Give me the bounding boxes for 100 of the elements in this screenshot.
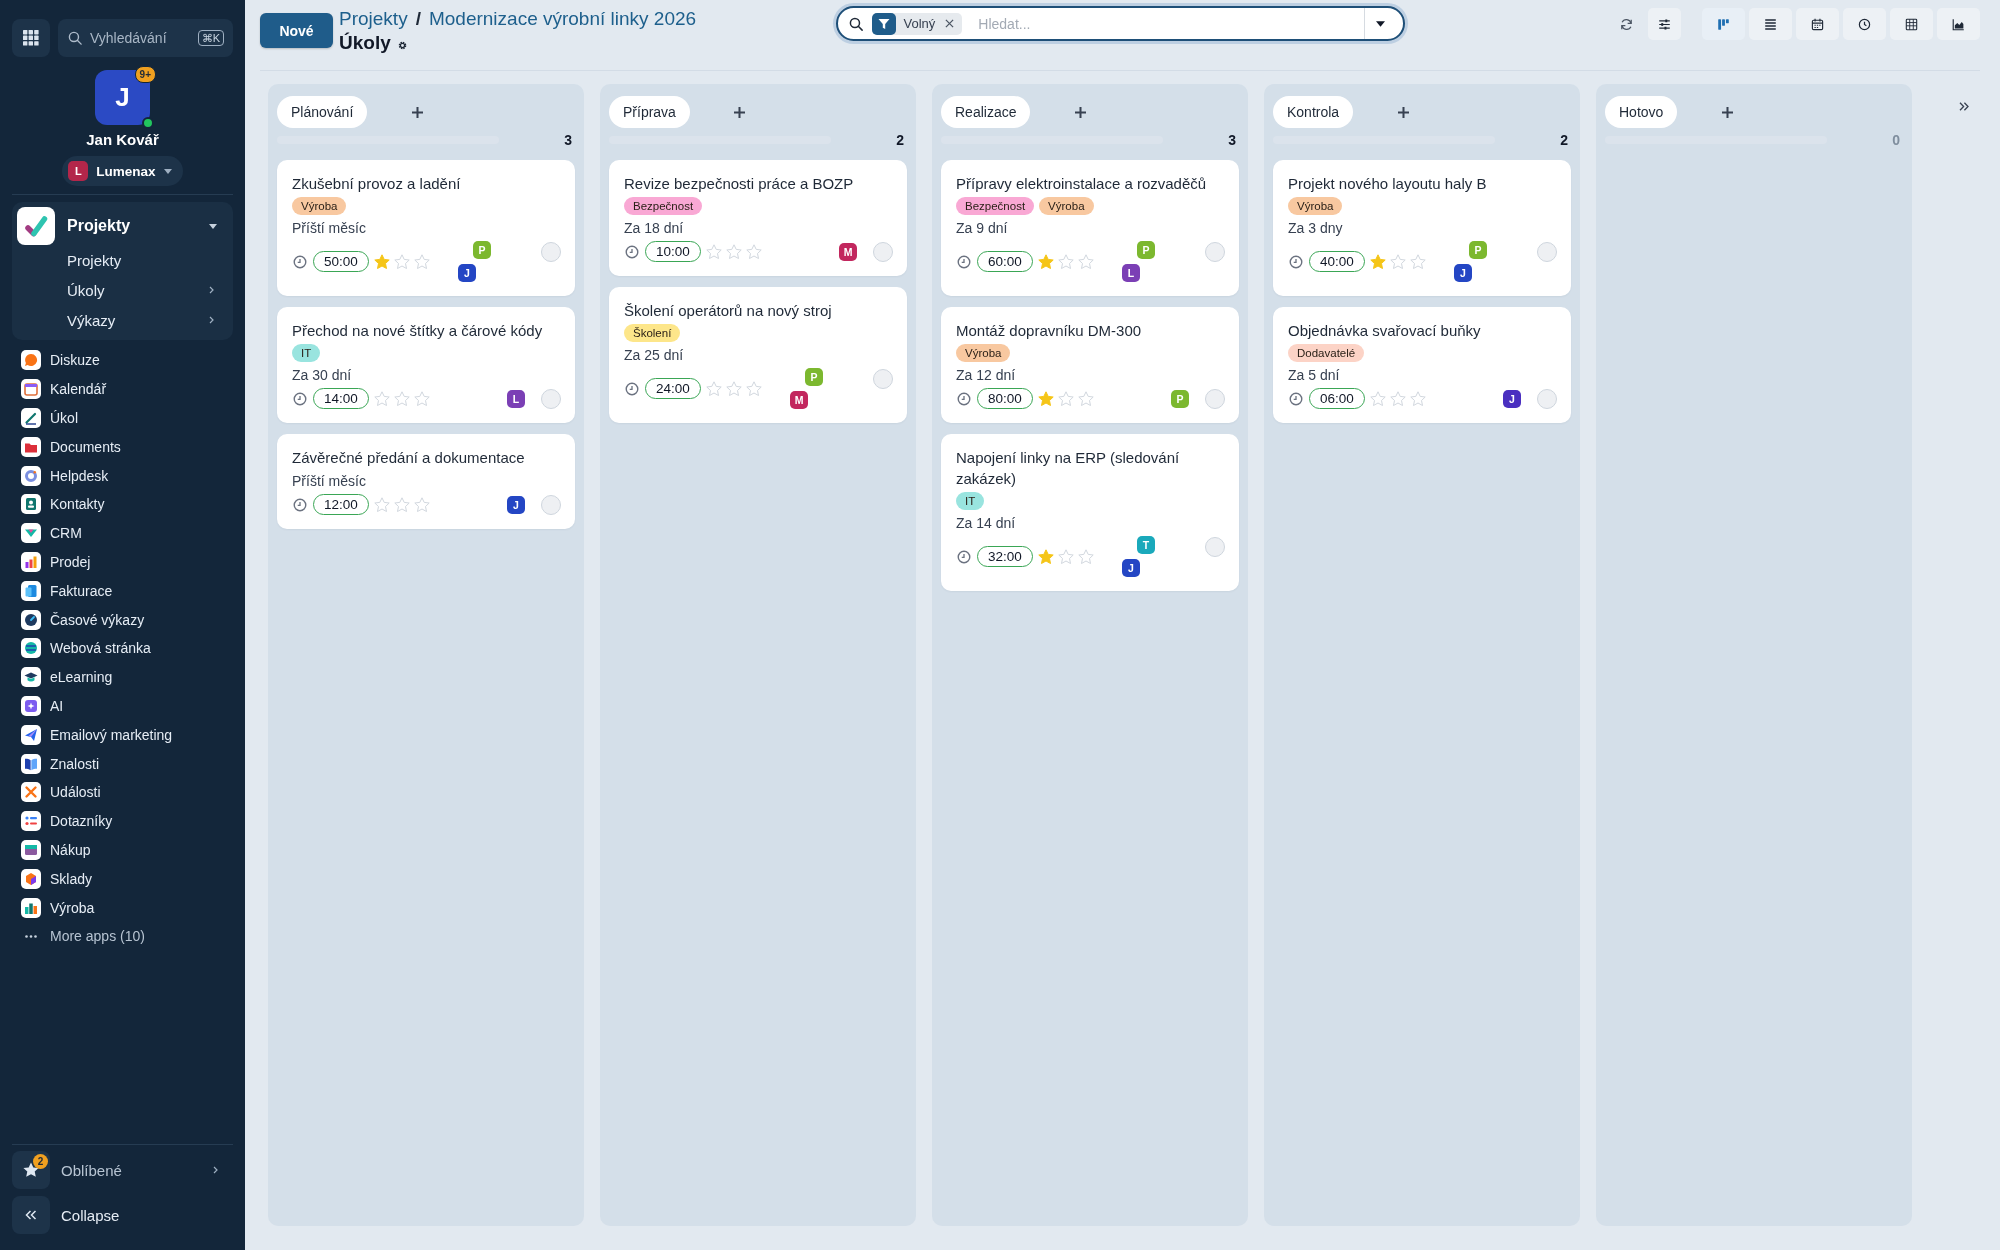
complete-checkbox[interactable] <box>541 389 561 409</box>
list-view-button[interactable] <box>1749 8 1792 40</box>
star-icon[interactable] <box>1409 254 1426 269</box>
favorites-item[interactable]: 2 Oblíbené <box>12 1151 233 1189</box>
star-icon[interactable] <box>1077 391 1094 406</box>
complete-checkbox[interactable] <box>1537 242 1557 262</box>
star-icon[interactable] <box>1057 549 1074 564</box>
star-rating[interactable] <box>1369 391 1426 406</box>
star-icon[interactable] <box>745 381 762 396</box>
task-card[interactable]: Montáž dopravníku DM-300 Výroba Za 12 dní 80:00 P <box>941 307 1239 423</box>
sidebar-item[interactable]: Kontakty <box>12 490 233 519</box>
task-card[interactable]: Projekt nového layoutu haly B Výroba Za 3 dny 40:00 P J <box>1273 160 1571 296</box>
star-icon[interactable] <box>1369 391 1386 406</box>
star-icon[interactable] <box>1409 391 1426 406</box>
submenu-item[interactable]: Výkazy <box>17 305 228 335</box>
breadcrumb-link[interactable]: Projekty <box>339 7 408 31</box>
sidebar-item[interactable]: Emailový marketing <box>12 720 233 750</box>
sidebar-item[interactable]: Fakturace <box>12 576 233 606</box>
add-card-button[interactable] <box>1720 105 1735 119</box>
sidebar-item[interactable]: Znalosti <box>12 749 233 778</box>
sidebar-item[interactable]: Úkol <box>12 403 233 433</box>
complete-checkbox[interactable] <box>1205 242 1225 262</box>
sidebar-item[interactable]: Webová stránka <box>12 633 233 663</box>
sidebar-item[interactable]: Sklady <box>12 864 233 894</box>
task-card[interactable]: Objednávka svařovací buňky Dodavatelé Za 5 dní 06:00 J <box>1273 307 1571 423</box>
search-input[interactable]: Hledat... <box>976 14 1364 33</box>
complete-checkbox[interactable] <box>541 495 561 515</box>
star-icon[interactable] <box>1057 391 1074 406</box>
task-card[interactable]: Závěrečné předání a dokumentace Příští měsíc 12:00 J <box>277 434 575 529</box>
star-rating[interactable] <box>1037 391 1094 406</box>
graph-view-button[interactable] <box>1937 8 1980 40</box>
star-icon[interactable] <box>725 381 742 396</box>
star-rating[interactable] <box>1037 549 1094 564</box>
star-icon[interactable] <box>1037 254 1054 269</box>
double-chevron-right-icon[interactable] <box>1959 102 1969 111</box>
submenu-item[interactable]: Úkoly <box>17 275 228 305</box>
assignee-avatar[interactable]: J <box>1122 559 1140 577</box>
add-card-button[interactable] <box>732 105 747 119</box>
activity-view-button[interactable] <box>1843 8 1886 40</box>
collapse-button[interactable]: Collapse <box>12 1196 233 1234</box>
star-icon[interactable] <box>373 254 390 269</box>
sidebar-item[interactable]: Kalendář <box>12 374 233 404</box>
star-icon[interactable] <box>725 244 742 259</box>
star-rating[interactable] <box>373 391 430 406</box>
star-icon[interactable] <box>413 391 430 406</box>
star-icon[interactable] <box>393 254 410 269</box>
assignee-avatar[interactable]: J <box>1454 264 1472 282</box>
column-title[interactable]: Příprava <box>609 96 690 128</box>
star-rating[interactable] <box>705 244 762 259</box>
remove-filter-button[interactable] <box>945 19 955 28</box>
sidebar-item[interactable]: eLearning <box>12 662 233 692</box>
star-icon[interactable] <box>393 391 410 406</box>
assignee-avatar[interactable]: J <box>507 495 525 514</box>
star-icon[interactable] <box>705 381 722 396</box>
sidebar-item[interactable]: Diskuze <box>12 346 233 375</box>
complete-checkbox[interactable] <box>1205 389 1225 409</box>
task-card[interactable]: Přechod na nové štítky a čárové kódy IT Za 30 dní 14:00 L <box>277 307 575 423</box>
complete-checkbox[interactable] <box>1537 389 1557 409</box>
sidebar-item[interactable]: Prodej <box>12 547 233 577</box>
new-button[interactable]: Nové <box>260 13 333 48</box>
star-rating[interactable] <box>705 381 762 396</box>
settings-icon[interactable] <box>396 39 408 51</box>
column-title[interactable]: Plánování <box>277 96 368 128</box>
star-icon[interactable] <box>1077 549 1094 564</box>
sidebar-item[interactable]: AI <box>12 691 233 721</box>
star-icon[interactable] <box>1369 254 1386 269</box>
sidebar-item[interactable]: Události <box>12 777 233 807</box>
star-icon[interactable] <box>373 497 390 512</box>
star-icon[interactable] <box>1057 254 1074 269</box>
complete-checkbox[interactable] <box>873 369 893 389</box>
add-card-button[interactable] <box>1396 105 1411 119</box>
star-rating[interactable] <box>373 497 430 512</box>
assignee-avatar[interactable]: J <box>458 264 476 282</box>
star-icon[interactable] <box>745 244 762 259</box>
add-card-button[interactable] <box>1073 105 1088 119</box>
more-apps-item[interactable]: More apps (10) <box>12 921 233 951</box>
kanban-view-button[interactable] <box>1702 8 1745 40</box>
star-icon[interactable] <box>1037 391 1054 406</box>
sidebar-item[interactable]: Dotazníky <box>12 806 233 836</box>
submenu-item[interactable]: Projekty <box>17 245 228 275</box>
star-rating[interactable] <box>1369 254 1426 269</box>
sidebar-item[interactable]: Nákup <box>12 835 233 865</box>
sidebar-item[interactable]: CRM <box>12 518 233 548</box>
refresh-icon[interactable] <box>1620 17 1633 31</box>
star-icon[interactable] <box>705 244 722 259</box>
assignee-avatar[interactable]: L <box>1122 264 1140 282</box>
column-title[interactable]: Kontrola <box>1273 96 1354 128</box>
task-card[interactable]: Školení operátorů na nový stroj Školení Za 25 dní 24:00 P M <box>609 287 907 423</box>
task-card[interactable]: Zkušební provoz a ladění Výroba Příští měsíc 50:00 P J <box>277 160 575 296</box>
star-icon[interactable] <box>1077 254 1094 269</box>
star-icon[interactable] <box>413 497 430 512</box>
search-input[interactable]: Vyhledávání <box>90 30 190 46</box>
star-icon[interactable] <box>393 497 410 512</box>
sidebar-item[interactable]: Documents <box>12 432 233 462</box>
complete-checkbox[interactable] <box>1205 537 1225 557</box>
sidebar-item[interactable]: Helpdesk <box>12 461 233 490</box>
company-switcher[interactable]: L Lumenax <box>62 156 183 186</box>
search-box[interactable]: Vyhledávání ⌘K <box>58 19 233 57</box>
star-icon[interactable] <box>1037 549 1054 564</box>
complete-checkbox[interactable] <box>873 242 893 262</box>
